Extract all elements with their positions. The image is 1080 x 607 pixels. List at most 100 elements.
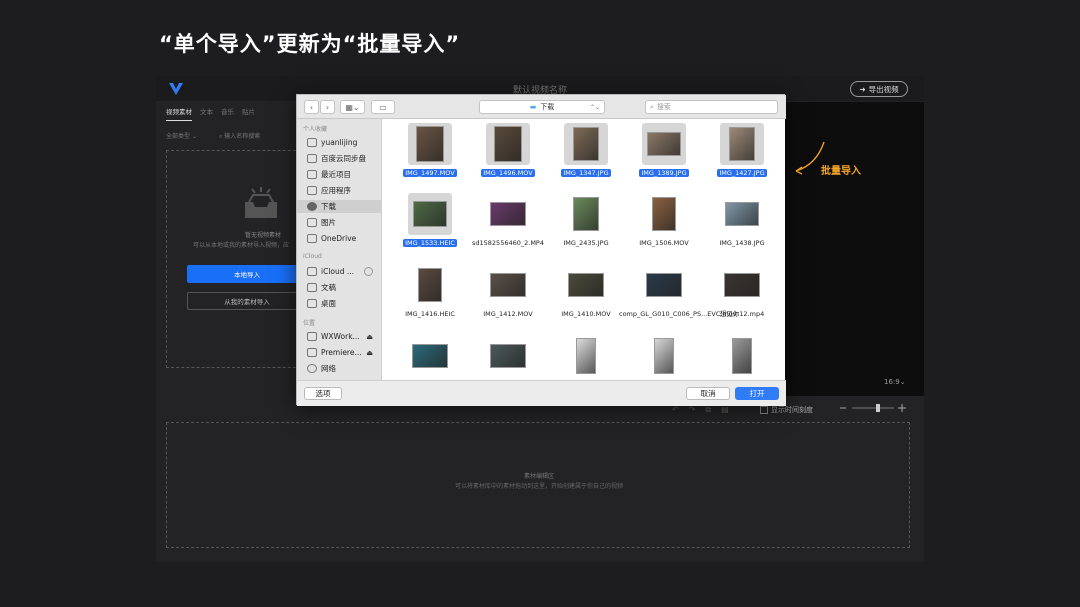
file-thumbnail-frame[interactable] (642, 264, 686, 306)
file-thumbnail-frame[interactable] (408, 264, 452, 306)
slide-title: “单个导入”更新为“批量导入” (159, 32, 461, 56)
material-edit-area[interactable]: 素材编辑区 可以将素材库中的素材拖动到这里，开始创建属于你自己的视频 (166, 422, 910, 548)
view-mode-button[interactable]: ▦⌄ (340, 100, 365, 114)
sidebar-item-label: 网络 (321, 364, 336, 373)
file-thumbnail-frame[interactable] (564, 123, 608, 165)
file-thumbnail-frame[interactable] (564, 264, 608, 306)
material-search-input[interactable]: ⌕ 输入名称搜索 (219, 131, 260, 141)
open-button[interactable]: 打开 (735, 387, 779, 400)
sidebar-item-onedrive[interactable]: OneDrive (307, 232, 381, 245)
file-item[interactable]: IMG_1506.MOV (619, 191, 697, 257)
eject-icon[interactable]: ⏏ (366, 333, 373, 341)
location-dropdown[interactable]: ▬ 下载 ⌃⌄ (479, 100, 605, 114)
file-item[interactable] (463, 333, 541, 380)
type-filter-dropdown[interactable]: 全部类型 ⌄ (166, 131, 197, 141)
file-item[interactable]: IMG_1416.HEIC (385, 262, 463, 328)
file-thumbnail-frame[interactable] (408, 335, 452, 377)
file-thumbnail-frame[interactable] (720, 123, 764, 165)
redo-icon[interactable]: ↷ (689, 405, 696, 415)
tab-sticker[interactable]: 贴片 (242, 106, 255, 121)
file-item[interactable]: IMG_1347.JPG (541, 121, 619, 187)
file-item[interactable]: IMG_1438.JPG (697, 191, 775, 257)
chevron-down-icon: ⌄ (191, 133, 197, 140)
file-item[interactable] (385, 333, 463, 380)
file-name-text: IMG_1496.MOV (481, 169, 535, 177)
file-item[interactable]: IMG_1427.JPG (697, 121, 775, 187)
file-thumbnail (729, 127, 755, 161)
file-thumbnail-frame[interactable] (642, 193, 686, 235)
file-item[interactable] (619, 333, 697, 380)
cancel-button[interactable]: 取消 (686, 387, 730, 400)
sidebar-item-premiere[interactable]: Premiere... ⏏ (307, 346, 381, 359)
file-thumbnail-frame[interactable] (720, 335, 764, 377)
sidebar-item-desktop[interactable]: 桌面 (307, 297, 381, 310)
sidebar-item-label: OneDrive (321, 234, 357, 243)
file-thumbnail (576, 338, 596, 374)
file-thumbnail (490, 344, 526, 368)
file-thumbnail-frame[interactable] (642, 123, 686, 165)
sidebar-item-wxwork[interactable]: WXWork... ⏏ (307, 330, 381, 343)
disk-icon (307, 332, 317, 341)
sidebar-item-home[interactable]: yuanlijing (307, 136, 381, 149)
file-name: sd1582556460_2.MP4 (463, 239, 553, 248)
sidebar-item-applications[interactable]: 应用程序 (307, 184, 381, 197)
file-name: IMG_1412.MOV (463, 310, 553, 319)
show-time-scale-toggle[interactable]: 显示时间刻度 (760, 405, 813, 415)
file-item[interactable]: IMG_1412.MOV (463, 262, 541, 328)
library-import-button[interactable]: 从我的素材导入 (187, 292, 307, 310)
file-item[interactable]: IMG_2435.JPG (541, 191, 619, 257)
aspect-ratio-dropdown[interactable]: 16:9⌄ (884, 378, 906, 386)
sidebar-item-recents[interactable]: 最近项目 (307, 168, 381, 181)
folder-icon: ▭ (379, 102, 387, 112)
back-button[interactable]: ‹ (304, 100, 319, 114)
file-item[interactable]: 想见你12.mp4 (697, 262, 775, 328)
file-thumbnail (646, 273, 682, 297)
sidebar-item-downloads[interactable]: 下载 (297, 200, 381, 213)
sidebar-item-network[interactable]: 网络 (307, 362, 381, 375)
file-thumbnail-frame[interactable] (720, 193, 764, 235)
desktop-icon (307, 299, 317, 308)
dialog-search-input[interactable]: ⌕ 搜索 (645, 100, 778, 114)
sidebar-item-icloud-drive[interactable]: iCloud ... (307, 265, 381, 278)
file-item[interactable]: comp_GL_G010_C006_PS...EVC.mov (619, 262, 737, 328)
tab-music[interactable]: 音乐 (221, 106, 234, 121)
file-thumbnail-frame[interactable] (486, 335, 530, 377)
file-item[interactable]: IMG_1533.HEIC (385, 191, 463, 257)
file-name-text: IMG_1533.HEIC (403, 239, 457, 247)
forward-button[interactable]: › (320, 100, 335, 114)
file-thumbnail-frame[interactable] (408, 123, 452, 165)
file-thumbnail-frame[interactable] (642, 335, 686, 377)
eject-icon[interactable]: ⏏ (366, 349, 373, 357)
new-folder-button[interactable]: ▭ (371, 100, 395, 114)
tab-text[interactable]: 文本 (200, 106, 213, 121)
file-thumbnail-frame[interactable] (408, 193, 452, 235)
file-thumbnail (490, 202, 526, 226)
file-item[interactable]: IMG_1410.MOV (541, 262, 619, 328)
download-icon (307, 202, 317, 211)
file-thumbnail-frame[interactable] (564, 335, 608, 377)
export-video-button[interactable]: ➜ 导出视频 (850, 81, 908, 97)
file-name: IMG_1410.MOV (541, 310, 631, 319)
file-item[interactable]: IMG_1497.MOV (385, 121, 463, 187)
file-item[interactable] (541, 333, 619, 380)
tab-video[interactable]: 视频素材 (166, 106, 192, 121)
delete-icon[interactable]: ▤ (721, 405, 729, 415)
file-thumbnail-frame[interactable] (486, 123, 530, 165)
zoom-slider[interactable] (838, 402, 908, 414)
crop-icon[interactable]: ⧉ (705, 405, 711, 415)
file-item[interactable] (697, 333, 775, 380)
file-thumbnail-frame[interactable] (720, 264, 764, 306)
sidebar-item-baidu[interactable]: 百度云同步盘 (307, 152, 381, 165)
sidebar-item-pictures[interactable]: 图片 (307, 216, 381, 229)
undo-icon[interactable]: ↶ (672, 405, 679, 415)
checkbox[interactable] (760, 406, 768, 414)
file-thumbnail-frame[interactable] (486, 193, 530, 235)
local-import-button[interactable]: 本地导入 (187, 265, 307, 283)
file-item[interactable]: IMG_1496.MOV (463, 121, 541, 187)
file-item[interactable]: sd1582556460_2.MP4 (463, 191, 544, 257)
file-thumbnail-frame[interactable] (486, 264, 530, 306)
file-thumbnail-frame[interactable] (564, 193, 608, 235)
sidebar-item-documents[interactable]: 文稿 (307, 281, 381, 294)
options-button[interactable]: 选项 (304, 387, 342, 400)
file-item[interactable]: IMG_1389.JPG (619, 121, 697, 187)
